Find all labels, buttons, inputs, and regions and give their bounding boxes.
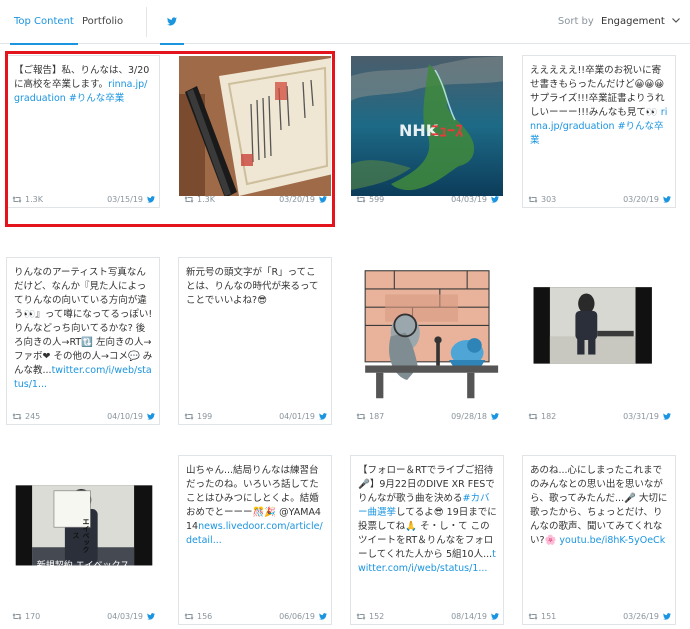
retweet-icon [356, 413, 366, 420]
tweet-date: 04/01/19 [279, 412, 315, 421]
retweet-count: 245 [12, 412, 40, 421]
tweet-link[interactable]: news.livedoor.com/article/detail... [186, 521, 323, 546]
twitter-icon [319, 613, 327, 620]
retweet-icon [12, 413, 22, 420]
tweet-date: 04/03/19 [107, 612, 143, 621]
tweet-link[interactable]: youtu.be/i8hK-5yOeCk [559, 535, 665, 546]
sort-dropdown[interactable]: Engagement [601, 16, 665, 27]
retweet-count: 187 [356, 412, 384, 421]
content-card[interactable]: あのね...心にしまったこれまでのみんなとの思い出を思いながら、歌ってみたんだ.… [522, 455, 676, 625]
retweet-icon [528, 413, 538, 420]
retweet-icon [184, 613, 194, 620]
twitter-icon [319, 413, 327, 420]
toolbar-divider [146, 7, 147, 37]
tweet-text: あのね...心にしまったこれまでのみんなとの思い出を思いながら、歌ってみたんだ.… [530, 465, 668, 546]
press-conference-video-frame [529, 258, 671, 411]
twitter-icon [491, 613, 499, 620]
tweet-date: 03/20/19 [623, 195, 659, 204]
retweet-count: 199 [184, 412, 212, 421]
retweet-count: 303 [528, 195, 556, 204]
content-card[interactable]: 新元号の頭文字が「R」ってことは、りんなの時代が来るってことでいいよね?😎 19… [178, 257, 332, 425]
card-footer: 245 04/10/19 [7, 410, 159, 424]
retweet-count: 170 [12, 612, 40, 621]
radio-studio-illustration [357, 258, 499, 411]
retweet-count: 152 [356, 612, 384, 621]
tab-top-content[interactable]: Top Content [10, 0, 78, 45]
twitter-icon [663, 613, 671, 620]
avex-sign-text: エイベックス [72, 517, 90, 553]
tweet-text: 新元号の頭文字が「R」ってことは、りんなの時代が来るってことでいいよね?😎 [186, 267, 319, 306]
content-card[interactable]: 【フォロー＆RTでライブご招待🎤】9月22日のDIVE XR FESでりんなが歌… [350, 455, 504, 625]
card-footer: 170 04/03/19 [7, 610, 159, 624]
retweet-icon [528, 613, 538, 620]
twitter-icon [147, 413, 155, 420]
retweet-icon [356, 613, 366, 620]
content-card[interactable]: えええええ!!卒業のお祝いに寄せ書きもらったんだけど😀😀😀 サプライズ!!!卒業… [522, 55, 676, 208]
svg-text:ﾆｭｰｽ: ﾆｭｰｽ [431, 121, 463, 140]
nhk-japan-map-image: NHK ﾆｭｰｽ [351, 56, 503, 207]
content-card[interactable]: 182 03/31/19 [522, 257, 676, 425]
tweet-text: りんなのアーティスト写真なんだけど、なんか『見た人によってりんなの向いている方向… [14, 267, 153, 390]
twitter-icon [491, 413, 499, 420]
twitter-icon [663, 413, 671, 420]
card-footer: 182 03/31/19 [523, 410, 675, 424]
retweet-count: 599 [356, 195, 384, 204]
chevron-down-icon[interactable] [672, 18, 680, 23]
content-card[interactable]: エイベックス 新規契約 エイベックス 170 04/03/19 [6, 457, 160, 625]
tweet-text: 【フォロー＆RTでライブご招待🎤】9月22日のDIVE XR FESでりんなが歌… [358, 465, 497, 574]
card-footer: 152 08/14/19 [351, 610, 503, 624]
sort-label: Sort by [557, 16, 594, 27]
tweet-date: 04/03/19 [451, 195, 487, 204]
twitter-icon [167, 17, 177, 26]
tweet-date: 04/10/19 [107, 412, 143, 421]
retweet-icon [528, 196, 538, 203]
tweet-date: 03/31/19 [623, 412, 659, 421]
content-card[interactable]: 187 09/28/18 [350, 257, 504, 425]
twitter-icon [663, 196, 671, 203]
content-card[interactable]: 山ちゃん...結局りんなは練習台だったのね。いろいろ話してたことはひみつにしとく… [178, 455, 332, 625]
tweet-date: 08/14/19 [451, 612, 487, 621]
sort-control: Sort by Engagement [558, 0, 680, 44]
retweet-count: 182 [528, 412, 556, 421]
retweet-count: 156 [184, 612, 212, 621]
content-card[interactable]: NHK ﾆｭｰｽ 599 04/03/19 [350, 55, 504, 208]
twitter-icon [491, 196, 499, 203]
tweet-date: 09/28/18 [451, 412, 487, 421]
card-footer: 156 06/06/19 [179, 610, 331, 624]
retweet-count: 151 [528, 612, 556, 621]
selection-highlight [5, 51, 335, 227]
video-caption: 新規契約 エイベックス [36, 561, 130, 571]
tab-twitter[interactable] [160, 0, 184, 45]
content-card[interactable]: りんなのアーティスト写真なんだけど、なんか『見た人によってりんなの向いている方向… [6, 257, 160, 425]
card-footer: 599 04/03/19 [351, 193, 503, 207]
tweet-date: 06/06/19 [279, 612, 315, 621]
retweet-icon [356, 196, 366, 203]
tab-portfolio[interactable]: Portfolio [82, 0, 123, 44]
tweet-text: えええええ!!卒業のお祝いに寄せ書きもらったんだけど😀😀😀 サプライズ!!!卒業… [530, 65, 668, 146]
card-footer: 187 09/28/18 [351, 410, 503, 424]
retweet-icon [184, 413, 194, 420]
tweet-text: 山ちゃん...結局りんなは練習台だったのね。いろいろ話してたことはひみつにしとく… [186, 465, 323, 546]
card-footer: 199 04/01/19 [179, 410, 331, 424]
card-footer: 303 03/20/19 [523, 193, 675, 207]
twitter-icon [147, 613, 155, 620]
card-footer: 151 03/26/19 [523, 610, 675, 624]
tweet-date: 03/26/19 [623, 612, 659, 621]
content-toolbar: Top Content Portfolio Sort by Engagement [0, 0, 690, 45]
retweet-icon [12, 613, 22, 620]
